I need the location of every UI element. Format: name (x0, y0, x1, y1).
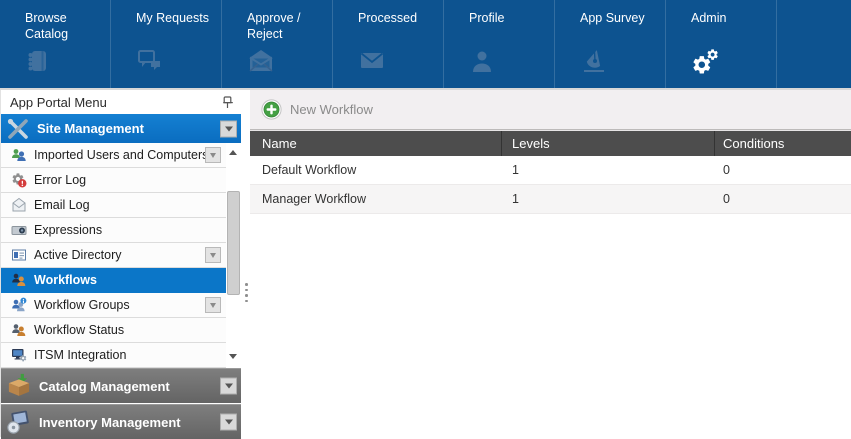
person-icon (469, 48, 495, 74)
top-nav: Browse Catalog My Requests Approve / Rej… (0, 0, 851, 88)
sidebar-item-label: ITSM Integration (34, 348, 126, 362)
nav-tab-my-requests[interactable]: My Requests (111, 0, 222, 88)
workflow-groups-icon (11, 297, 27, 313)
cell-name: Manager Workflow (250, 185, 502, 213)
add-icon (261, 99, 282, 120)
active-directory-icon (11, 247, 27, 263)
catalog-box-icon (6, 373, 32, 399)
nav-tab-processed[interactable]: Processed (333, 0, 444, 88)
itsm-integration-icon (11, 347, 27, 363)
sidebar-item-list: Imported Users and Computers Error Log (1, 143, 241, 368)
splitter-grip-icon (245, 283, 248, 302)
sidebar-item-label: Workflows (34, 273, 97, 287)
sidebar-item-label: Expressions (34, 223, 102, 237)
nav-filler (777, 0, 851, 88)
column-header-conditions[interactable]: Conditions (715, 131, 851, 156)
error-log-icon (11, 172, 27, 188)
sidebar-title: App Portal Menu (10, 95, 107, 110)
sidebar-section-catalog-management[interactable]: Catalog Management (1, 368, 241, 403)
envelope-icon (358, 48, 386, 72)
cell-name: Default Workflow (250, 156, 502, 184)
envelope-open-icon (247, 48, 275, 74)
cell-conditions: 0 (715, 185, 851, 213)
sidebar-item-workflow-groups[interactable]: Workflow Groups (1, 293, 226, 318)
section-label: Inventory Management (39, 415, 181, 430)
workflow-table-header: Name Levels Conditions (250, 131, 851, 156)
nav-tab-label: Profile (469, 11, 546, 27)
scroll-down-arrow[interactable] (228, 352, 237, 361)
sidebar-section-site-management[interactable]: Site Management (1, 114, 241, 143)
expressions-icon (11, 222, 27, 238)
sidebar-item-label: Active Directory (34, 248, 122, 262)
workflow-toolbar: New Workflow (250, 90, 851, 130)
nav-tab-app-survey[interactable]: App Survey (555, 0, 666, 88)
chat-bubbles-icon (136, 48, 164, 74)
nav-tab-browse-catalog[interactable]: Browse Catalog (0, 0, 111, 88)
scrollbar-thumb[interactable] (227, 191, 240, 295)
section-label: Site Management (37, 121, 144, 136)
table-row[interactable]: Manager Workflow 1 0 (250, 185, 851, 214)
email-log-icon (11, 197, 27, 213)
section-label: Catalog Management (39, 379, 170, 394)
sidebar-item-label: Email Log (34, 198, 90, 212)
sidebar-splitter[interactable] (243, 90, 250, 438)
sidebar-item-label: Workflow Groups (34, 298, 130, 312)
column-header-levels[interactable]: Levels (502, 131, 715, 156)
workflow-status-icon (11, 322, 27, 338)
nav-tab-label: App Survey (580, 11, 657, 27)
sidebar-item-label: Workflow Status (34, 323, 124, 337)
nav-tab-label: Browse Catalog (25, 11, 102, 42)
sidebar-item-imported-users-and-computers[interactable]: Imported Users and Computers (1, 143, 226, 168)
sidebar-section-inventory-management[interactable]: Inventory Management (1, 404, 241, 439)
workflows-icon (11, 272, 27, 288)
cell-conditions: 0 (715, 156, 851, 184)
cell-levels: 1 (502, 185, 715, 213)
sidebar-item-label: Error Log (34, 173, 86, 187)
sidebar-item-error-log[interactable]: Error Log (1, 168, 226, 193)
tools-icon (6, 118, 30, 140)
pin-icon[interactable] (220, 95, 235, 110)
sidebar-header: App Portal Menu (1, 90, 241, 114)
new-workflow-button[interactable]: New Workflow (261, 99, 373, 120)
nav-tab-label: Processed (358, 11, 435, 27)
nav-tab-label: Approve / Reject (247, 11, 324, 42)
sidebar-item-workflows[interactable]: Workflows (1, 268, 226, 293)
nav-tab-admin[interactable]: Admin (666, 0, 777, 88)
item-dropdown-button[interactable] (205, 147, 221, 163)
item-dropdown-button[interactable] (205, 297, 221, 313)
sidebar-item-active-directory[interactable]: Active Directory (1, 243, 226, 268)
nav-tab-label: My Requests (136, 11, 213, 27)
nav-tab-label: Admin (691, 11, 768, 27)
scroll-up-arrow[interactable] (228, 148, 237, 157)
item-dropdown-button[interactable] (205, 247, 221, 263)
pen-icon (580, 48, 608, 74)
nav-tab-profile[interactable]: Profile (444, 0, 555, 88)
sidebar-item-itsm-integration[interactable]: ITSM Integration (1, 343, 226, 368)
main-panel: New Workflow Name Levels Conditions Defa… (250, 90, 851, 438)
table-row[interactable]: Default Workflow 1 0 (250, 156, 851, 185)
sidebar-item-expressions[interactable]: Expressions (1, 218, 226, 243)
notebook-icon (25, 48, 51, 74)
sidebar-item-email-log[interactable]: Email Log (1, 193, 226, 218)
cell-levels: 1 (502, 156, 715, 184)
section-collapse-button[interactable] (220, 120, 237, 137)
new-workflow-label: New Workflow (290, 102, 373, 117)
inventory-computer-icon (6, 409, 32, 435)
sidebar: App Portal Menu Site Management (0, 90, 241, 437)
sidebar-items-scrollbar (225, 143, 240, 368)
users-computers-icon (11, 147, 27, 163)
nav-tab-approve-reject[interactable]: Approve / Reject (222, 0, 333, 88)
sidebar-item-workflow-status[interactable]: Workflow Status (1, 318, 226, 343)
section-expand-button[interactable] (220, 414, 237, 431)
column-header-name[interactable]: Name (250, 131, 502, 156)
sidebar-item-label: Imported Users and Computers (34, 148, 208, 162)
gears-icon (691, 48, 721, 76)
section-expand-button[interactable] (220, 378, 237, 395)
